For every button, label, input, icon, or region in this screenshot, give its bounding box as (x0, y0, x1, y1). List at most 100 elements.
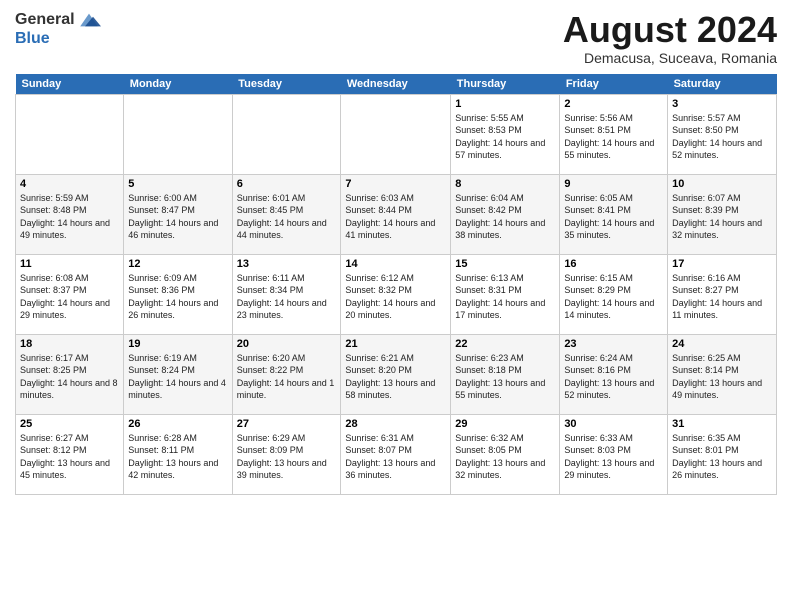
day-number: 30 (564, 418, 663, 430)
week-row-1: 1 Sunrise: 5:55 AM Sunset: 8:53 PM Daylig… (16, 94, 777, 174)
day-info: Sunrise: 6:29 AM Sunset: 8:09 PM Dayligh… (237, 432, 337, 482)
week-row-3: 11 Sunrise: 6:08 AM Sunset: 8:37 PM Dayli… (16, 254, 777, 334)
day-number: 25 (20, 418, 119, 430)
day-number: 8 (455, 178, 555, 190)
day-number: 12 (128, 258, 227, 270)
day-info: Sunrise: 6:15 AM Sunset: 8:29 PM Dayligh… (564, 272, 663, 322)
day-cell: 21 Sunrise: 6:21 AM Sunset: 8:20 PM Dayli… (341, 334, 451, 414)
day-cell (16, 94, 124, 174)
day-info: Sunrise: 6:33 AM Sunset: 8:03 PM Dayligh… (564, 432, 663, 482)
day-info: Sunrise: 6:25 AM Sunset: 8:14 PM Dayligh… (672, 352, 772, 402)
header: General Blue August 2024 Demacusa, Sucea… (15, 10, 777, 66)
day-cell: 26 Sunrise: 6:28 AM Sunset: 8:11 PM Dayli… (124, 414, 232, 494)
calendar-body: 1 Sunrise: 5:55 AM Sunset: 8:53 PM Daylig… (16, 94, 777, 494)
week-row-4: 18Sunrise: 6:17 AM Sunset: 8:25 PM Dayli… (16, 334, 777, 414)
day-info: Sunrise: 6:20 AM Sunset: 8:22 PM Dayligh… (237, 352, 337, 402)
day-cell: 10 Sunrise: 6:07 AM Sunset: 8:39 PM Dayli… (668, 174, 777, 254)
day-info: Sunrise: 5:59 AM Sunset: 8:48 PM Dayligh… (20, 192, 119, 242)
day-cell: 11 Sunrise: 6:08 AM Sunset: 8:37 PM Dayli… (16, 254, 124, 334)
day-cell: 13 Sunrise: 6:11 AM Sunset: 8:34 PM Dayli… (232, 254, 341, 334)
day-cell: 30 Sunrise: 6:33 AM Sunset: 8:03 PM Dayli… (560, 414, 668, 494)
day-info: Sunrise: 6:31 AM Sunset: 8:07 PM Dayligh… (345, 432, 446, 482)
day-number: 20 (237, 338, 337, 350)
day-number: 6 (237, 178, 337, 190)
col-wednesday: Wednesday (341, 74, 451, 95)
col-tuesday: Tuesday (232, 74, 341, 95)
day-cell: 16 Sunrise: 6:15 AM Sunset: 8:29 PM Dayli… (560, 254, 668, 334)
day-number: 26 (128, 418, 227, 430)
day-info: Sunrise: 6:24 AM Sunset: 8:16 PM Dayligh… (564, 352, 663, 402)
day-number: 22 (455, 338, 555, 350)
day-cell: 3 Sunrise: 5:57 AM Sunset: 8:50 PM Daylig… (668, 94, 777, 174)
day-info: Sunrise: 6:13 AM Sunset: 8:31 PM Dayligh… (455, 272, 555, 322)
week-row-2: 4 Sunrise: 5:59 AM Sunset: 8:48 PM Daylig… (16, 174, 777, 254)
day-number: 11 (20, 258, 119, 270)
month-title: August 2024 (563, 10, 777, 50)
day-number: 19 (128, 338, 227, 350)
day-number: 3 (672, 98, 772, 110)
day-number: 1 (455, 98, 555, 110)
day-info: Sunrise: 6:28 AM Sunset: 8:11 PM Dayligh… (128, 432, 227, 482)
day-cell: 27 Sunrise: 6:29 AM Sunset: 8:09 PM Dayli… (232, 414, 341, 494)
day-info: Sunrise: 6:21 AM Sunset: 8:20 PM Dayligh… (345, 352, 446, 402)
day-cell: 7Sunrise: 6:03 AM Sunset: 8:44 PM Daylig… (341, 174, 451, 254)
day-info: Sunrise: 6:16 AM Sunset: 8:27 PM Dayligh… (672, 272, 772, 322)
day-info: Sunrise: 6:03 AM Sunset: 8:44 PM Dayligh… (345, 192, 446, 242)
day-info: Sunrise: 6:32 AM Sunset: 8:05 PM Dayligh… (455, 432, 555, 482)
day-number: 16 (564, 258, 663, 270)
day-cell: 24Sunrise: 6:25 AM Sunset: 8:14 PM Dayli… (668, 334, 777, 414)
day-number: 13 (237, 258, 337, 270)
day-info: Sunrise: 6:04 AM Sunset: 8:42 PM Dayligh… (455, 192, 555, 242)
day-number: 18 (20, 338, 119, 350)
week-row-5: 25Sunrise: 6:27 AM Sunset: 8:12 PM Dayli… (16, 414, 777, 494)
day-info: Sunrise: 6:12 AM Sunset: 8:32 PM Dayligh… (345, 272, 446, 322)
day-number: 14 (345, 258, 446, 270)
day-info: Sunrise: 6:09 AM Sunset: 8:36 PM Dayligh… (128, 272, 227, 322)
header-row: Sunday Monday Tuesday Wednesday Thursday… (16, 74, 777, 95)
day-number: 15 (455, 258, 555, 270)
day-cell: 28 Sunrise: 6:31 AM Sunset: 8:07 PM Dayli… (341, 414, 451, 494)
day-number: 29 (455, 418, 555, 430)
day-cell: 19 Sunrise: 6:19 AM Sunset: 8:24 PM Dayli… (124, 334, 232, 414)
day-info: Sunrise: 6:11 AM Sunset: 8:34 PM Dayligh… (237, 272, 337, 322)
col-thursday: Thursday (451, 74, 560, 95)
day-number: 27 (237, 418, 337, 430)
day-cell: 20 Sunrise: 6:20 AM Sunset: 8:22 PM Dayli… (232, 334, 341, 414)
day-cell: 6Sunrise: 6:01 AM Sunset: 8:45 PM Daylig… (232, 174, 341, 254)
day-info: Sunrise: 5:56 AM Sunset: 8:51 PM Dayligh… (564, 112, 663, 162)
day-cell: 12 Sunrise: 6:09 AM Sunset: 8:36 PM Dayli… (124, 254, 232, 334)
day-number: 10 (672, 178, 772, 190)
day-cell: 5 Sunrise: 6:00 AM Sunset: 8:47 PM Daylig… (124, 174, 232, 254)
day-info: Sunrise: 6:35 AM Sunset: 8:01 PM Dayligh… (672, 432, 772, 482)
day-cell: 1 Sunrise: 5:55 AM Sunset: 8:53 PM Daylig… (451, 94, 560, 174)
day-cell (232, 94, 341, 174)
day-number: 17 (672, 258, 772, 270)
title-section: August 2024 Demacusa, Suceava, Romania (563, 10, 777, 66)
day-info: Sunrise: 6:08 AM Sunset: 8:37 PM Dayligh… (20, 272, 119, 322)
day-info: Sunrise: 6:00 AM Sunset: 8:47 PM Dayligh… (128, 192, 227, 242)
day-cell: 17 Sunrise: 6:16 AM Sunset: 8:27 PM Dayli… (668, 254, 777, 334)
day-info: Sunrise: 5:55 AM Sunset: 8:53 PM Dayligh… (455, 112, 555, 162)
logo-blue: Blue (15, 30, 50, 47)
day-cell: 18Sunrise: 6:17 AM Sunset: 8:25 PM Dayli… (16, 334, 124, 414)
day-cell: 4 Sunrise: 5:59 AM Sunset: 8:48 PM Daylig… (16, 174, 124, 254)
day-cell: 15 Sunrise: 6:13 AM Sunset: 8:31 PM Dayli… (451, 254, 560, 334)
day-cell: 31 Sunrise: 6:35 AM Sunset: 8:01 PM Dayli… (668, 414, 777, 494)
day-cell: 23 Sunrise: 6:24 AM Sunset: 8:16 PM Dayli… (560, 334, 668, 414)
day-cell: 22 Sunrise: 6:23 AM Sunset: 8:18 PM Dayli… (451, 334, 560, 414)
day-cell: 8 Sunrise: 6:04 AM Sunset: 8:42 PM Daylig… (451, 174, 560, 254)
day-info: Sunrise: 6:19 AM Sunset: 8:24 PM Dayligh… (128, 352, 227, 402)
calendar: Sunday Monday Tuesday Wednesday Thursday… (15, 74, 777, 495)
day-info: Sunrise: 6:07 AM Sunset: 8:39 PM Dayligh… (672, 192, 772, 242)
day-info: Sunrise: 5:57 AM Sunset: 8:50 PM Dayligh… (672, 112, 772, 162)
day-number: 23 (564, 338, 663, 350)
day-number: 2 (564, 98, 663, 110)
day-info: Sunrise: 6:05 AM Sunset: 8:41 PM Dayligh… (564, 192, 663, 242)
day-number: 21 (345, 338, 446, 350)
day-number: 28 (345, 418, 446, 430)
day-number: 31 (672, 418, 772, 430)
day-number: 5 (128, 178, 227, 190)
col-saturday: Saturday (668, 74, 777, 95)
day-number: 4 (20, 178, 119, 190)
day-info: Sunrise: 6:23 AM Sunset: 8:18 PM Dayligh… (455, 352, 555, 402)
